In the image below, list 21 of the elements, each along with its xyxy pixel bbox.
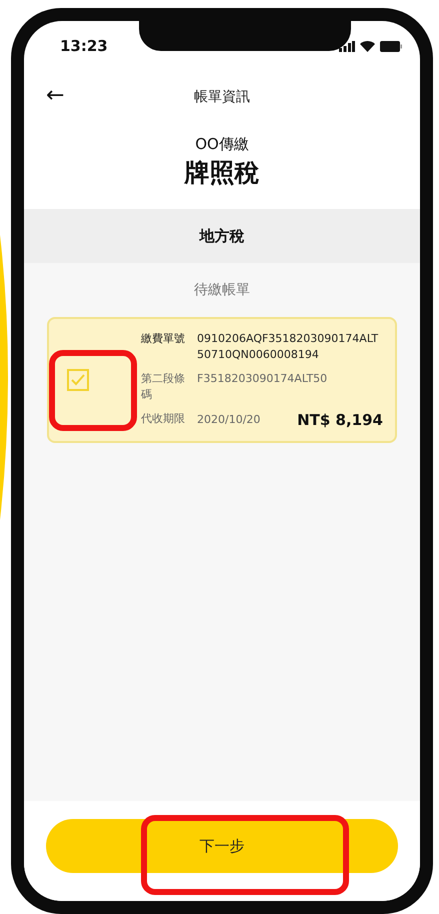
battery-icon [380,40,402,52]
status-time: 13:23 [60,37,108,55]
field-label: 繳費單號 [141,331,186,347]
signal-icon [339,40,355,52]
back-button[interactable]: ← [42,83,68,108]
field-label: 第二段條碼 [141,371,186,403]
list-title: 待繳帳單 [194,281,250,299]
field-value: 0910206AQF3518203090174ALT50710QN0060008194 [197,331,380,363]
next-button[interactable]: 下一步 [46,819,398,873]
page-title: 帳單資訊 [194,88,250,106]
tax-name: 牌照稅 [184,157,260,189]
checkbox[interactable] [67,369,89,391]
wifi-icon [360,40,375,52]
biller-channel: OO傳繳 [195,135,249,154]
field-label: 代收期限 [141,411,186,427]
field-value: F3518203090174ALT50 [197,371,328,387]
field-value: 2020/10/20 [197,412,260,428]
check-icon [71,374,85,386]
bill-amount: NT$ 8,194 [297,411,383,429]
bill-card[interactable]: 繳費單號 0910206AQF3518203090174ALT50710QN0060008194 第二段條碼 F3518203090174ALT50 代收期限 2020/10/20 NT$ 8,194 [47,317,397,443]
section-title: 地方稅 [200,226,244,246]
